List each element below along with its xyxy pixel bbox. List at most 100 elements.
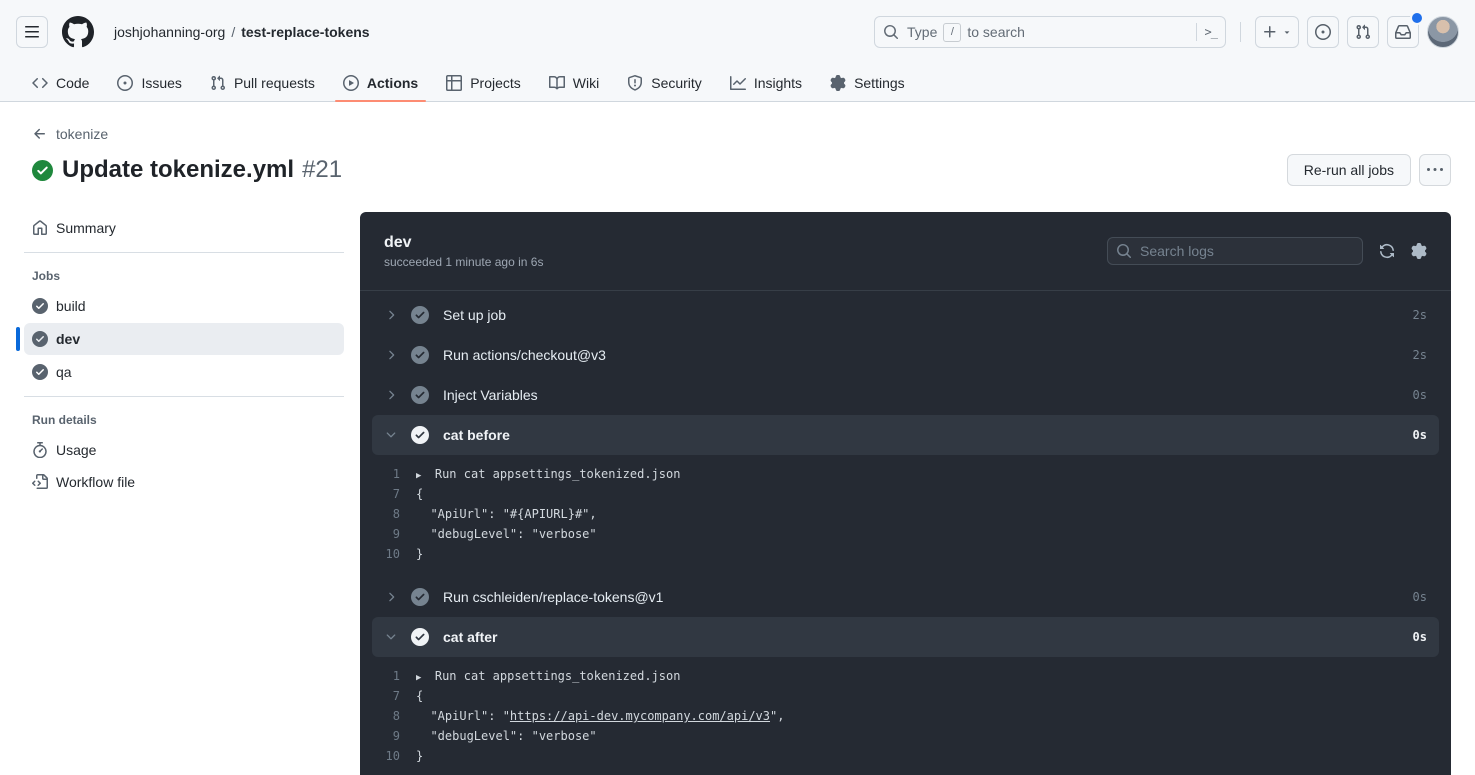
user-avatar[interactable] <box>1427 16 1459 48</box>
log-line-number[interactable]: 8 <box>360 709 400 723</box>
log-line-number[interactable]: 1 <box>360 467 400 481</box>
log-group-toggle-icon[interactable]: ▶ <box>416 471 427 481</box>
log-line-number[interactable]: 1 <box>360 669 400 683</box>
job-name: dev <box>384 233 412 251</box>
tab-label: Pull requests <box>233 74 315 91</box>
log-settings-button[interactable] <box>1411 243 1427 259</box>
log-line-text: "debugLevel": "verbose" <box>416 527 597 541</box>
step-log-cat-before: 1 ▶ Run cat appsettings_tokenized.json 7… <box>360 455 1451 577</box>
back-to-workflow-link[interactable]: tokenize <box>32 126 108 142</box>
tab-settings[interactable]: Settings <box>822 64 913 101</box>
file-code-icon <box>32 474 48 489</box>
step-duration: 2s <box>1412 308 1427 322</box>
chevron-icon <box>389 592 395 602</box>
step-set-up-job: Set up job 2s <box>360 295 1451 335</box>
sidebar-workflow-file-label: Workflow file <box>56 474 136 490</box>
search-logs-input[interactable]: Search logs <box>1107 237 1363 265</box>
refresh-logs-button[interactable] <box>1379 243 1395 259</box>
tab-security[interactable]: Security <box>619 64 710 101</box>
chevron-right-icon[interactable] <box>384 308 398 322</box>
step-row-checkout[interactable]: Run actions/checkout@v3 2s <box>360 335 1451 375</box>
log-line-number[interactable]: 10 <box>360 749 400 763</box>
log-line-number[interactable]: 8 <box>360 507 400 521</box>
step-label: Set up job <box>443 307 507 323</box>
run-header: tokenize Update tokenize.yml #21 Re-run … <box>0 102 1475 186</box>
tab-label: Actions <box>366 74 419 91</box>
log-line-number[interactable]: 9 <box>360 527 400 541</box>
run-options-button[interactable] <box>1419 154 1451 186</box>
run-title: Update tokenize.yml <box>62 156 295 183</box>
step-log-cat-after: 1 ▶ Run cat appsettings_tokenized.json 7… <box>360 657 1451 775</box>
log-line: 9 "debugLevel": "verbose" <box>360 726 1451 746</box>
step-row-replace-tokens[interactable]: Run cschleiden/replace-tokens@v1 0s <box>360 577 1451 617</box>
sidebar-job-build[interactable]: build <box>24 290 344 322</box>
sidebar-item-usage[interactable]: Usage <box>24 434 344 466</box>
chevron-right-icon[interactable] <box>384 590 398 604</box>
log-line-number[interactable]: 7 <box>360 487 400 501</box>
tab-actions[interactable]: Actions <box>334 64 427 102</box>
inbox-button[interactable] <box>1387 13 1422 48</box>
tab-insights[interactable]: Insights <box>722 64 810 101</box>
search-icon <box>884 25 899 40</box>
chevron-icon <box>386 432 396 438</box>
tab-code[interactable]: Code <box>24 64 97 101</box>
command-palette-icon[interactable]: >_ <box>1205 25 1218 39</box>
breadcrumb-org[interactable]: joshjohanning-org <box>114 24 225 40</box>
github-logo[interactable] <box>62 16 94 48</box>
log-line-text: } <box>416 547 424 561</box>
step-row-inject-variables[interactable]: Inject Variables 0s <box>360 375 1451 415</box>
tab-projects[interactable]: Projects <box>438 64 529 101</box>
rerun-all-jobs-button[interactable]: Re-run all jobs <box>1286 154 1411 186</box>
chevron-down-icon[interactable] <box>384 630 398 644</box>
slash-key-hint: / <box>943 22 962 42</box>
tab-label: Settings <box>854 74 905 91</box>
tab-issues[interactable]: Issues <box>109 64 189 101</box>
chevron-icon <box>389 310 395 320</box>
step-row-cat-before[interactable]: cat before 0s <box>372 415 1439 455</box>
create-new-button[interactable] <box>1255 16 1299 48</box>
search-icon <box>1117 244 1132 259</box>
chevron-down-icon[interactable] <box>384 428 398 442</box>
step-label: cat before <box>443 427 510 443</box>
hamburger-menu-button[interactable] <box>16 16 48 48</box>
log-line-number[interactable]: 7 <box>360 689 400 703</box>
tab-wiki[interactable]: Wiki <box>541 64 607 101</box>
top-navigation: joshjohanning-org / test-replace-tokens … <box>0 0 1475 64</box>
issue-opened-icon <box>1315 24 1331 40</box>
play-icon <box>342 74 359 91</box>
notification-dot <box>1412 13 1422 23</box>
log-url-link[interactable]: https://api-dev.mycompany.com/api/v3 <box>510 709 770 723</box>
sidebar-item-summary[interactable]: Summary <box>24 212 344 244</box>
step-label: Run actions/checkout@v3 <box>443 347 606 363</box>
search-divider <box>1195 23 1197 41</box>
step-row-set-up-job[interactable]: Set up job 2s <box>360 295 1451 335</box>
sidebar-item-workflow-file[interactable]: Workflow file <box>24 466 344 498</box>
log-line-number[interactable]: 9 <box>360 729 400 743</box>
chevron-right-icon[interactable] <box>384 388 398 402</box>
tab-pull-requests[interactable]: Pull requests <box>202 64 323 101</box>
issues-button[interactable] <box>1307 16 1339 48</box>
tab-label: Wiki <box>572 74 600 91</box>
global-search-input[interactable]: Type / to search >_ <box>874 16 1226 48</box>
gear-icon <box>830 74 846 91</box>
breadcrumb-repo[interactable]: test-replace-tokens <box>241 24 369 40</box>
check-circle-icon <box>32 331 48 347</box>
tab-label: Security <box>651 74 702 91</box>
check-circle-icon <box>411 386 429 404</box>
breadcrumb-separator: / <box>231 24 236 40</box>
step-row-cat-after[interactable]: cat after 0s <box>372 617 1439 657</box>
plus-icon <box>1264 26 1276 38</box>
log-line: 1 ▶ Run cat appsettings_tokenized.json <box>360 464 1451 484</box>
git-pull-request-icon <box>1356 24 1371 40</box>
log-line-text: "ApiUrl": "https://api-dev.mycompany.com… <box>416 709 785 723</box>
pull-requests-button[interactable] <box>1347 16 1379 48</box>
nav-divider <box>1240 22 1241 42</box>
step-success-icon <box>411 628 429 646</box>
pr-icon <box>211 75 225 90</box>
sidebar-job-qa[interactable]: qa <box>24 356 344 388</box>
log-group-toggle-icon[interactable]: ▶ <box>416 673 427 683</box>
check-circle-icon <box>411 426 429 444</box>
chevron-right-icon[interactable] <box>384 348 398 362</box>
log-line-number[interactable]: 10 <box>360 547 400 561</box>
sidebar-job-dev[interactable]: dev <box>16 323 344 355</box>
